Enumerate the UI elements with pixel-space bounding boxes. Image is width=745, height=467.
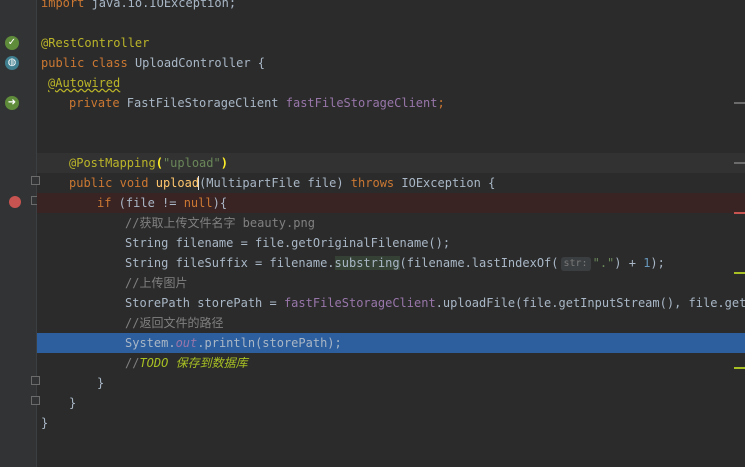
code-text: String filename = file.getOriginalFilena…	[125, 236, 451, 250]
code-line: public void upload(MultipartFile file) t…	[37, 173, 745, 193]
code-text: IOException {	[394, 176, 496, 190]
editor-gutter[interactable]: ✓ ◍ ➜	[0, 0, 40, 467]
annotation: @Autowired	[48, 76, 121, 90]
code-line-caret: @PostMapping("upload")	[37, 153, 745, 173]
todo-comment: TODO 保存到数据库	[139, 356, 248, 370]
code-text: .uploadFile(file.getInputStream(), file.…	[435, 296, 745, 310]
field-name: fastFileStorageClient	[285, 96, 438, 110]
code-line: //TODO 保存到数据库	[37, 353, 745, 373]
semicolon: ;	[437, 96, 445, 110]
code-line: //获取上传文件名字 beauty.png	[37, 213, 745, 233]
code-text: (MultipartFile file)	[199, 176, 351, 190]
keyword: public	[69, 176, 113, 190]
mouse-cursor-icon	[198, 176, 199, 190]
annotation: @RestController	[41, 36, 150, 50]
error-stripe-mark[interactable]	[734, 162, 745, 164]
class-name: UploadController {	[127, 56, 265, 70]
keyword: throws	[350, 176, 395, 190]
code-line: @Autowired	[37, 73, 745, 93]
error-stripe-mark[interactable]	[734, 212, 745, 214]
keyword: public	[41, 56, 85, 70]
parameter-hint: str:	[560, 257, 591, 271]
code-text: }	[97, 376, 105, 390]
code-line: //上传图片	[37, 273, 745, 293]
comment: //	[125, 356, 140, 370]
code-text: StorePath storePath =	[125, 296, 284, 310]
static-field: out	[175, 336, 198, 350]
code-line: }	[37, 413, 745, 433]
code-text: }	[41, 416, 49, 430]
spring-autowired-icon[interactable]: ➜	[5, 96, 19, 110]
field-name: fastFileStorageClient	[283, 296, 436, 310]
breakpoint-icon[interactable]	[9, 196, 21, 208]
error-stripe-mark[interactable]	[734, 272, 745, 274]
code-text: System.	[125, 336, 176, 350]
string-literal: "."	[592, 256, 615, 270]
code-text: ) +	[614, 256, 644, 270]
paren: )	[220, 156, 228, 170]
code-text: ){	[212, 196, 228, 210]
code-line: //返回文件的路径	[37, 313, 745, 333]
code-line-breakpoint: if (file != null){	[37, 193, 745, 213]
code-line: }	[37, 373, 745, 393]
code-text: (filename.lastIndexOf(	[399, 256, 559, 270]
paren: (	[155, 156, 163, 170]
code-line: public class UploadController {	[37, 53, 745, 73]
keyword: import	[41, 0, 85, 10]
code-line: }	[37, 393, 745, 413]
method-name: upload	[148, 176, 200, 190]
code-line: private FastFileStorageClient fastFileSt…	[37, 93, 745, 113]
comment: //获取上传文件名字 beauty.png	[125, 216, 315, 230]
error-stripe-mark[interactable]	[734, 367, 745, 369]
code-line: String filename = file.getOriginalFilena…	[37, 233, 745, 253]
error-stripe-mark[interactable]	[734, 102, 745, 104]
comment: //上传图片	[125, 276, 188, 290]
code-editor[interactable]: import java.io.IOException; @RestControl…	[37, 0, 745, 467]
spring-globe-icon[interactable]: ◍	[5, 56, 19, 70]
code-line: @RestController	[37, 33, 745, 53]
code-text: (file !=	[111, 196, 184, 210]
method-name: substring	[334, 256, 400, 270]
annotation: @PostMapping	[69, 156, 156, 170]
code-line: import java.io.IOException;	[37, 0, 745, 13]
spring-bean-icon[interactable]: ✓	[5, 36, 19, 50]
code-text: java.io.IOException;	[84, 0, 237, 10]
keyword: if	[97, 196, 112, 210]
keyword: null	[183, 196, 213, 210]
keyword: void	[119, 176, 149, 190]
code-line-execution-point: System.out.println(storePath);	[37, 333, 745, 353]
type-name: FastFileStorageClient	[119, 96, 286, 110]
keyword: private	[69, 96, 120, 110]
code-line: StorePath storePath = fastFileStorageCli…	[37, 293, 745, 313]
keyword: class	[91, 56, 128, 70]
code-line: String fileSuffix = filename.substring(f…	[37, 253, 745, 273]
code-text: .println(storePath);	[197, 336, 342, 350]
comment: //返回文件的路径	[125, 316, 224, 330]
code-text: String fileSuffix = filename.	[125, 256, 335, 270]
code-text: );	[650, 256, 665, 270]
string-literal: "upload"	[162, 156, 221, 170]
code-text: }	[69, 396, 77, 410]
